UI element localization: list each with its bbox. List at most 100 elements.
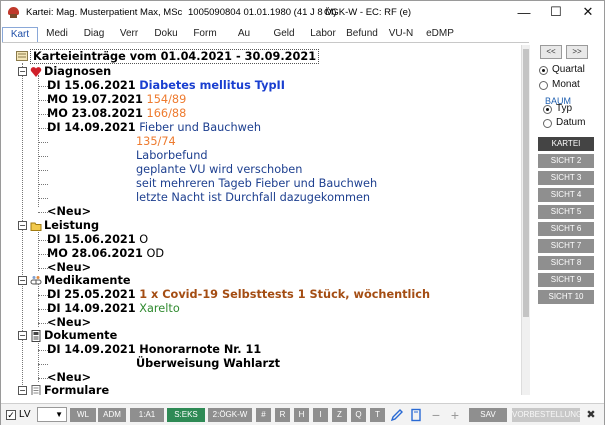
leistung-collapse-toggle[interactable]: −: [18, 221, 27, 230]
formulare-label[interactable]: Formulare: [44, 384, 109, 395]
bookmark-icon[interactable]: [409, 408, 423, 422]
dokumente-label[interactable]: Dokumente: [44, 329, 117, 343]
view-sicht-8-button[interactable]: SICHT 8: [538, 256, 594, 270]
entry-note[interactable]: geplante VU wird verschoben: [136, 163, 302, 177]
hash-button[interactable]: #: [256, 408, 271, 422]
t-button[interactable]: T: [370, 408, 385, 422]
zoom-in-button[interactable]: +: [448, 408, 462, 422]
view-sicht-5-button[interactable]: SICHT 5: [538, 205, 594, 219]
h-button[interactable]: H: [294, 408, 309, 422]
vorbestellung-button[interactable]: VORBESTELLUNG: [512, 408, 582, 422]
sav-button[interactable]: SAV: [469, 408, 507, 422]
tab-au[interactable]: Au: [224, 27, 264, 42]
view-kartei-button[interactable]: KARTEI: [538, 137, 594, 151]
minimize-button[interactable]: —: [508, 1, 540, 23]
formulare-expand-toggle[interactable]: −: [18, 386, 27, 395]
diagnose-day: MO: [47, 107, 68, 120]
tab-kart[interactable]: Kart: [2, 27, 38, 42]
leistung-new-entry[interactable]: <Neu>: [47, 261, 91, 275]
lv-label: LV: [19, 409, 31, 420]
dokumente-collapse-toggle[interactable]: −: [18, 331, 27, 340]
dokument-row-1[interactable]: DI 14.09.2021 Honorarnote Nr. 11: [47, 343, 261, 357]
prev-period-button[interactable]: <<: [540, 45, 562, 59]
medikament-row-2[interactable]: DI 14.09.2021 Xarelto: [47, 302, 180, 316]
blood-pressure-value: 154/89: [146, 93, 187, 106]
tab-form[interactable]: Form: [186, 27, 224, 42]
medikament-row-1[interactable]: DI 25.05.2021 1 x Covid-19 Selbsttests 1…: [47, 288, 430, 302]
radio-typ[interactable]: Typ: [543, 102, 572, 116]
view-sicht-4-button[interactable]: SICHT 4: [538, 188, 594, 202]
view-sicht-10-button[interactable]: SICHT 10: [538, 290, 594, 304]
radio-datum[interactable]: Datum: [543, 116, 585, 130]
radio-typ-label: Typ: [556, 103, 573, 114]
lv-checkbox[interactable]: ✓: [6, 410, 16, 420]
tab-befund[interactable]: Befund: [342, 27, 382, 42]
view-sicht-7-button[interactable]: SICHT 7: [538, 239, 594, 253]
leistung-label[interactable]: Leistung: [44, 219, 99, 233]
tab-medi[interactable]: Medi: [38, 27, 76, 42]
medikamente-collapse-toggle[interactable]: −: [18, 276, 27, 285]
lv-dropdown[interactable]: ▼: [37, 407, 67, 422]
leistung-row-2[interactable]: MO 28.06.2021 OD: [47, 247, 164, 261]
r-button[interactable]: R: [275, 408, 290, 422]
tree-scrollbar[interactable]: [521, 45, 530, 395]
radio-monat[interactable]: Monat: [539, 78, 580, 92]
z-button[interactable]: Z: [332, 408, 347, 422]
tab-edmp[interactable]: eDMP: [420, 27, 460, 42]
medikamente-label[interactable]: Medikamente: [44, 274, 131, 288]
wl-button[interactable]: WL: [70, 408, 96, 422]
scrollbar-thumb[interactable]: [523, 49, 529, 317]
i-button[interactable]: I: [313, 408, 328, 422]
diagnose-row-4[interactable]: DI 14.09.2021 Fieber und Bauchweh: [47, 121, 261, 135]
leistung-row-1[interactable]: DI 15.06.2021 O: [47, 233, 148, 247]
tab-diag[interactable]: Diag: [76, 27, 112, 42]
diagnose-day: DI: [47, 79, 61, 92]
radio-quartal[interactable]: Quartal: [539, 63, 585, 77]
window-title-patient: Kartei: Mag. Musterpatient Max, MSc: [26, 6, 183, 18]
leistung-code: O: [139, 233, 149, 246]
tree-root-label[interactable]: Karteieinträge vom 01.04.2021 - 30.09.20…: [30, 49, 320, 64]
zoom-out-button[interactable]: −: [429, 408, 443, 422]
next-period-button[interactable]: >>: [566, 45, 588, 59]
entry-note[interactable]: seit mehreren Tageb Fieber und Bauchweh: [136, 177, 377, 191]
diagnose-row-1[interactable]: DI 15.06.2021 Diabetes mellitus TypII: [47, 79, 285, 93]
window-title-insurance: ÖGK-W - EC: RF (e): [324, 6, 412, 18]
entry-note[interactable]: letzte Nacht ist Durchfall dazugekommen: [136, 191, 370, 205]
close-button[interactable]: ✕: [572, 1, 604, 23]
q-button[interactable]: Q: [351, 408, 366, 422]
diagnose-row-2[interactable]: MO 19.07.2021 154/89: [47, 93, 186, 107]
view-sicht-2-button[interactable]: SICHT 2: [538, 154, 594, 168]
ogkw-button[interactable]: 2:ÖGK-W: [208, 408, 252, 422]
view-sicht-9-button[interactable]: SICHT 9: [538, 273, 594, 287]
leistung-day: MO: [47, 247, 68, 260]
medikament-date: 25.05.2021: [64, 288, 136, 301]
entry-note[interactable]: Laborbefund: [136, 149, 208, 163]
diagnose-date: 23.08.2021: [71, 107, 143, 120]
diagnosen-new-entry[interactable]: <Neu>: [47, 205, 91, 219]
radio-circle: [543, 104, 552, 114]
a1-button[interactable]: 1:A1: [130, 408, 164, 422]
tab-geld[interactable]: Geld: [264, 27, 304, 42]
diagnose-row-3[interactable]: MO 23.08.2021 166/88: [47, 107, 186, 121]
maximize-button[interactable]: ☐: [540, 1, 572, 23]
diagnosen-collapse-toggle[interactable]: −: [18, 67, 27, 76]
medikamente-branch-line: [38, 283, 39, 327]
medikamente-new-entry[interactable]: <Neu>: [47, 316, 91, 330]
dokumente-new-entry[interactable]: <Neu>: [47, 371, 91, 385]
tab-doku[interactable]: Doku: [146, 27, 186, 42]
branch-tick: [38, 170, 48, 171]
tab-labor[interactable]: Labor: [304, 27, 342, 42]
diagnosen-label[interactable]: Diagnosen: [44, 65, 111, 79]
view-sicht-6-button[interactable]: SICHT 6: [538, 222, 594, 236]
dokument-sub-text[interactable]: Überweisung Wahlarzt: [136, 357, 280, 371]
blood-pressure-value[interactable]: 135/74: [136, 135, 176, 149]
medikament-text: 1 x Covid-19 Selbsttests 1 Stück, wöchen…: [139, 288, 431, 301]
view-sicht-3-button[interactable]: SICHT 3: [538, 171, 594, 185]
close-icon[interactable]: ✖: [584, 408, 598, 422]
leistung-date: 28.06.2021: [71, 247, 143, 260]
tab-vu-n[interactable]: VU-N: [382, 27, 420, 42]
tab-verr[interactable]: Verr: [112, 27, 146, 42]
seks-button[interactable]: S:EKS: [167, 408, 205, 422]
adm-button[interactable]: ADM: [98, 408, 126, 422]
pen-icon[interactable]: [390, 408, 404, 422]
